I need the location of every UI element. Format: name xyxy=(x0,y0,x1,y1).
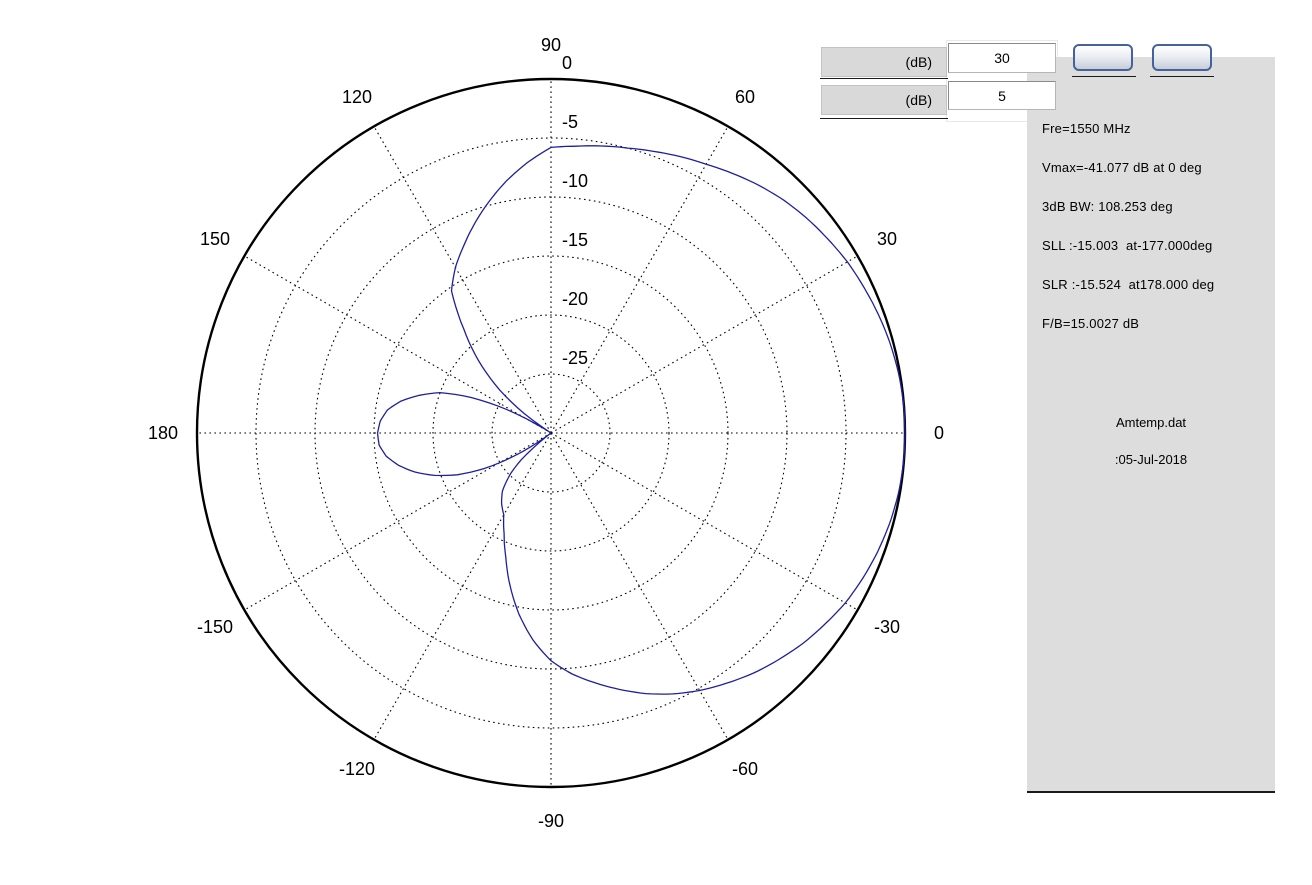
angle-tick-label: -30 xyxy=(874,617,900,637)
step-row-underline xyxy=(820,118,948,119)
stat-line: 3dB BW: 108.253 deg xyxy=(1042,199,1173,214)
db-tick-label: 0 xyxy=(562,53,572,73)
db-tick-label: -15 xyxy=(562,230,588,250)
stat-line: F/B=15.0027 dB xyxy=(1042,316,1140,331)
range-row-underline xyxy=(820,78,948,79)
db-tick-label: -5 xyxy=(562,112,578,132)
button-1-underline xyxy=(1072,76,1136,77)
data-file-name: Amtemp.dat xyxy=(1115,415,1187,430)
stat-line: SLR :-15.524 at178.000 deg xyxy=(1042,277,1215,292)
step-db-input[interactable] xyxy=(948,81,1056,110)
polar-chart: 90 120 150 180 -150 -120 -90 -60 -30 0 30 60 0 -5 -10 -… xyxy=(148,35,944,831)
angle-tick-label: 30 xyxy=(877,229,897,249)
step-db-label: (dB) xyxy=(821,85,947,115)
angle-tick-label: 120 xyxy=(342,87,372,107)
angle-tick-label: 60 xyxy=(735,87,755,107)
radiation-pattern-curve xyxy=(376,145,906,695)
button-2-underline xyxy=(1150,76,1214,77)
angle-tick-label: -150 xyxy=(197,617,233,637)
stat-line: Vmax=-41.077 dB at 0 deg xyxy=(1042,160,1202,175)
angle-tick-label: -90 xyxy=(538,811,564,831)
angle-tick-label: 0 xyxy=(934,423,944,443)
date-label: :05-Jul-2018 xyxy=(1114,452,1188,467)
range-db-label: (dB) xyxy=(821,47,947,77)
plot-button-2[interactable] xyxy=(1152,44,1212,71)
angle-tick-label: 180 xyxy=(148,423,178,443)
angle-tick-label: -60 xyxy=(732,759,758,779)
stat-line: Fre=1550 MHz xyxy=(1042,121,1131,136)
info-panel: Fre=1550 MHz Vmax=-41.077 dB at 0 deg 3dB … xyxy=(1027,57,1275,793)
angle-tick-label: 90 xyxy=(541,35,561,55)
angle-tick-label: 150 xyxy=(200,229,230,249)
db-tick-label: -10 xyxy=(562,171,588,191)
db-tick-label: -25 xyxy=(562,348,588,368)
db-tick-label: -20 xyxy=(562,289,588,309)
angle-tick-label: -120 xyxy=(339,759,375,779)
range-db-input[interactable] xyxy=(948,43,1056,73)
plot-button-1[interactable] xyxy=(1073,44,1133,71)
stat-line: SLL :-15.003 at-177.000deg xyxy=(1042,238,1213,253)
